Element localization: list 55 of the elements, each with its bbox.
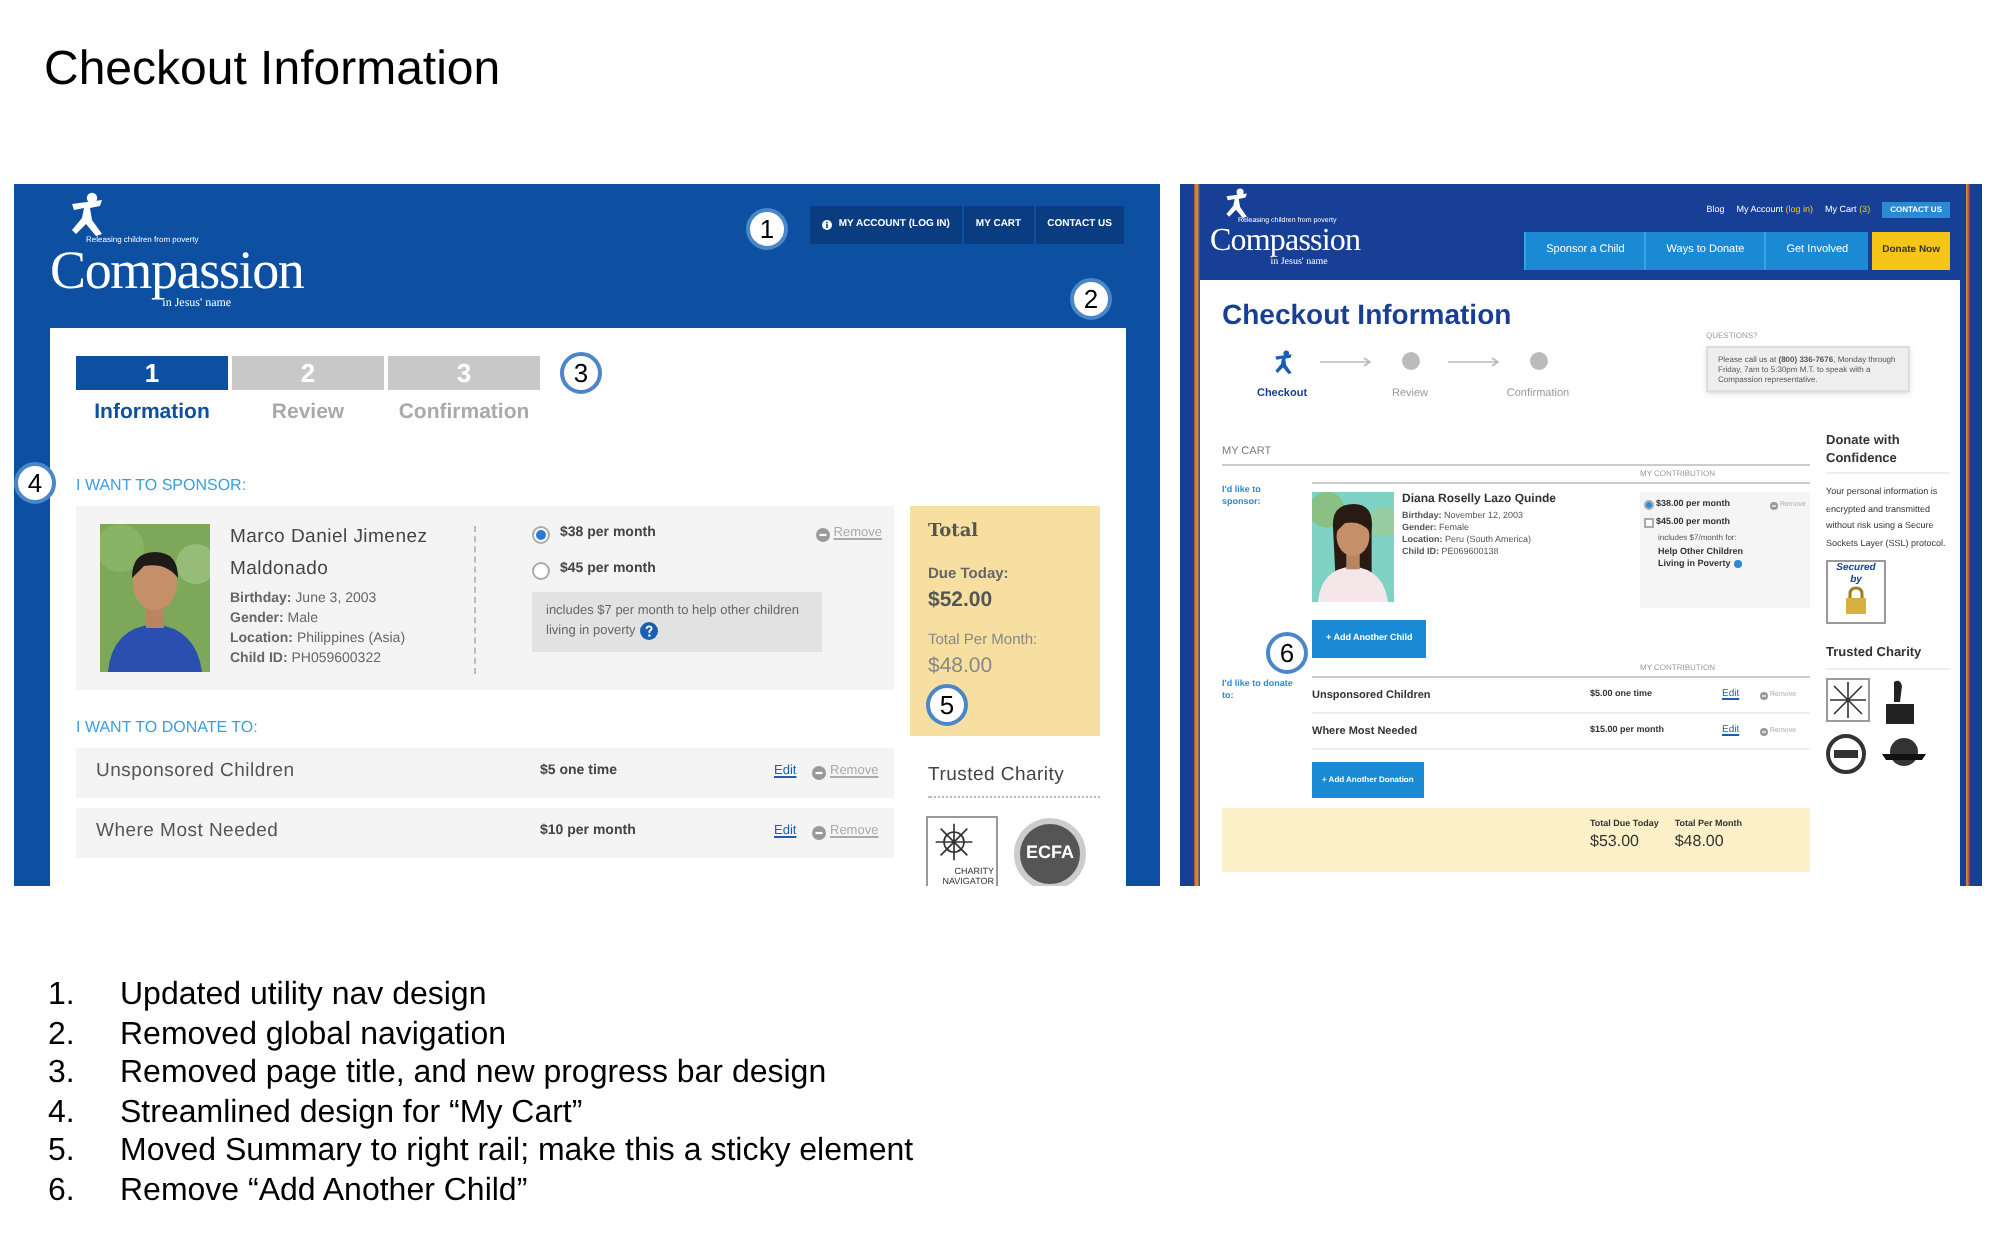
remove-icon xyxy=(1769,501,1778,510)
slide-title: Checkout Information xyxy=(44,40,503,100)
compass-icon xyxy=(934,822,974,862)
child-name: Marco Daniel Jimenez Maldonado xyxy=(230,523,430,584)
checkbox[interactable] xyxy=(1644,517,1654,528)
callout-number: 4 xyxy=(14,462,56,504)
leaping-figure-icon xyxy=(1271,350,1293,374)
note-text: Remove “Add Another Child” xyxy=(120,1171,528,1210)
list-number: 4. xyxy=(48,1093,77,1132)
progress-step: 1 Information xyxy=(76,356,228,430)
logo-wordmark: Compassion xyxy=(50,244,304,298)
list-number: 6. xyxy=(48,1171,77,1210)
donation-name: Where Most Needed xyxy=(94,818,281,847)
remove-icon xyxy=(812,765,826,780)
callout-number: 2 xyxy=(1070,278,1112,320)
arrow-connector xyxy=(1444,356,1504,368)
donation-name: Unsponsored Children xyxy=(94,758,297,787)
callout-number: 1 xyxy=(746,208,788,250)
total-title: Total xyxy=(928,519,981,546)
radio-button[interactable] xyxy=(532,562,550,580)
radio-button[interactable] xyxy=(1644,500,1654,511)
help-icon xyxy=(639,621,658,640)
leaping-figure-icon xyxy=(66,192,106,236)
remove-icon xyxy=(1760,691,1768,700)
total-amount: $48.00 xyxy=(1674,831,1726,850)
remove-icon xyxy=(812,825,826,840)
note-text: Removed page title, and new progress bar design xyxy=(120,1054,827,1093)
page-title: Checkout Information xyxy=(1222,298,1514,330)
list-number: 1. xyxy=(48,976,77,1015)
total-amount: $53.00 xyxy=(1590,831,1641,850)
trusted-charity-heading: Trusted Charity xyxy=(928,761,1100,798)
note-text: Updated utility nav design xyxy=(120,976,487,1015)
padlock-icon xyxy=(1842,586,1870,614)
info-icon xyxy=(822,220,833,230)
note-text: Moved Summary to right rail; make this a sticky element xyxy=(120,1132,914,1171)
list-number: 3. xyxy=(48,1054,77,1093)
section-heading: I WANT TO SPONSOR: xyxy=(76,473,249,498)
seal-badge-icon xyxy=(1826,733,1866,774)
list-number: 5. xyxy=(48,1132,77,1171)
logo-wordmark: Compassion xyxy=(1210,225,1361,257)
help-icon xyxy=(1733,559,1742,568)
due-today-amount: $52.00 xyxy=(928,585,995,615)
remove-icon xyxy=(815,527,830,541)
monthly-total-amount: $48.00 xyxy=(928,651,995,681)
remove-icon xyxy=(1760,727,1768,736)
leaping-figure-icon xyxy=(1222,188,1250,218)
list-number: 2. xyxy=(48,1015,77,1054)
arrow-connector xyxy=(1316,356,1376,368)
radio-button[interactable] xyxy=(532,525,550,543)
note-text: Streamlined design for “My Cart” xyxy=(120,1093,583,1132)
ecfa-seal: ECFA xyxy=(1014,817,1086,886)
note-text: Removed global navigation xyxy=(120,1015,507,1054)
torch-badge-icon xyxy=(1882,677,1918,726)
section-heading: I WANT TO DONATE TO: xyxy=(76,715,260,740)
compass-badge-icon xyxy=(1826,677,1870,722)
